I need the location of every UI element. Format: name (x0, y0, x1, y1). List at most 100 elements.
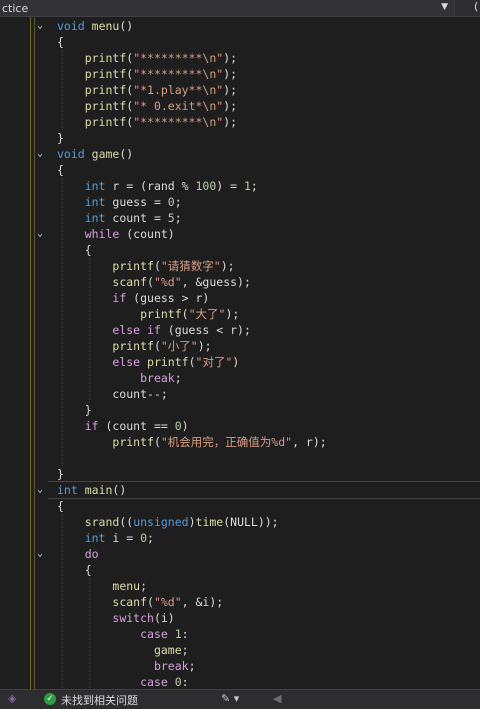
code-token: ; (181, 643, 189, 657)
code-token: ); (223, 99, 238, 113)
code-token: } (57, 131, 64, 145)
edit-icon[interactable]: ◈ (8, 692, 16, 705)
code-line[interactable]: void game() (57, 146, 133, 162)
code-line[interactable]: printf("机会用完，正确值为%d", r); (57, 434, 326, 450)
code-line[interactable]: int count = 5; (57, 210, 182, 226)
change-indicator-bar (34, 17, 35, 689)
fold-collapse-icon[interactable]: ⌄ (37, 18, 43, 34)
check-circle-icon[interactable]: ✓ (44, 693, 56, 705)
code-token: printf (84, 51, 127, 65)
code-token: "小了" (160, 339, 198, 353)
code-token: ; (174, 371, 182, 385)
fold-collapse-icon[interactable]: ⌄ (37, 226, 43, 242)
code-line[interactable]: printf("*********\n"); (57, 50, 237, 66)
code-token: int (84, 179, 106, 193)
code-token: ( (147, 275, 154, 289)
code-token: printf (84, 83, 127, 97)
code-token: ( (153, 339, 161, 353)
code-line[interactable]: break; (57, 370, 182, 386)
code-token: printf (147, 355, 189, 369)
code-line[interactable]: else printf("对了") (57, 354, 239, 370)
fold-collapse-icon[interactable]: ⌄ (37, 546, 43, 562)
code-line[interactable]: scanf("%d", &i); (57, 594, 223, 610)
code-line[interactable]: int i = 0; (57, 530, 154, 546)
code-line[interactable]: { (57, 34, 64, 50)
indent-guide (62, 178, 63, 466)
code-token: guess = (105, 195, 168, 209)
code-line[interactable]: { (57, 498, 64, 514)
code-token: 5 (167, 211, 175, 225)
indent-guide (89, 258, 90, 402)
code-token: () (119, 147, 134, 161)
code-line[interactable]: } (57, 466, 64, 482)
code-token: 1 (174, 627, 182, 641)
code-line[interactable]: printf("*********\n"); (57, 66, 237, 82)
code-token: game (153, 643, 182, 657)
code-line[interactable]: printf("*1.play**\n"); (57, 82, 237, 98)
code-line[interactable]: if (count == 0) (57, 418, 189, 434)
code-line[interactable]: case 0: (57, 674, 189, 689)
code-token: "对了" (195, 355, 233, 369)
code-line[interactable]: int r = (rand % 100) = 1; (57, 178, 258, 194)
code-line[interactable]: srand((unsigned)time(NULL)); (57, 514, 279, 530)
code-line[interactable]: printf("请猜数字"); (57, 258, 234, 274)
code-token: ( (147, 595, 154, 609)
code-token: scanf (112, 595, 148, 609)
arrow-left-icon[interactable]: ◀ (273, 692, 281, 705)
code-token: 100 (195, 179, 217, 193)
code-token: ( (188, 355, 196, 369)
code-token: printf (84, 115, 127, 129)
dropdown-arrow-icon[interactable]: ▼ (441, 2, 448, 12)
code-line[interactable]: while (count) (57, 226, 175, 242)
code-line[interactable]: switch(i) (57, 610, 174, 626)
code-token: ) (188, 515, 196, 529)
code-token: case (140, 675, 168, 689)
code-line[interactable]: { (57, 162, 64, 178)
status-bar: ◈ ✓ 未找到相关问题 ✎ ▾ ◀ (0, 689, 480, 709)
code-token: (guess > r) (126, 291, 210, 305)
code-token: ; (174, 211, 182, 225)
code-token: : (181, 627, 189, 641)
code-line[interactable]: int guess = 0; (57, 194, 182, 210)
brush-icon[interactable]: ✎ ▾ (221, 692, 239, 705)
code-line[interactable]: if (guess > r) (57, 290, 209, 306)
code-line[interactable]: printf("小了"); (57, 338, 212, 354)
fold-collapse-icon[interactable]: ⌄ (37, 482, 43, 498)
code-line[interactable]: case 1: (57, 626, 189, 642)
indent-guide (62, 514, 63, 689)
code-line[interactable]: printf("*********\n"); (57, 114, 237, 130)
code-token: ); (197, 339, 212, 353)
code-line[interactable]: else if (guess < r); (57, 322, 250, 338)
code-token: ); (223, 115, 238, 129)
code-token: ); (223, 51, 238, 65)
member-dropdown[interactable]: ( (455, 0, 480, 16)
code-line[interactable]: count--; (57, 386, 167, 402)
code-token: { (57, 499, 64, 513)
code-token: "请猜数字" (160, 259, 221, 273)
code-line[interactable]: game; (57, 642, 189, 658)
code-token: "%d" (153, 275, 182, 289)
code-line[interactable]: scanf("%d", &guess); (57, 274, 251, 290)
code-line[interactable]: break; (57, 658, 196, 674)
code-token: : (181, 675, 189, 689)
code-editor[interactable]: void menu() ⌄ { printf("*********\n"); pri… (0, 17, 480, 689)
code-line[interactable]: printf("大了"); (57, 306, 239, 322)
code-line[interactable]: void menu() (57, 18, 133, 34)
code-line[interactable]: } (57, 130, 64, 146)
code-token: ); (225, 307, 240, 321)
fold-collapse-icon[interactable]: ⌄ (37, 146, 43, 162)
code-token: else if (112, 323, 161, 337)
code-token: (count == (98, 419, 175, 433)
scope-dropdown[interactable]: ctice ▼ (0, 0, 455, 16)
code-token: { (57, 163, 64, 177)
code-line[interactable]: menu; (57, 578, 147, 594)
code-line[interactable]: do (57, 546, 99, 562)
code-token: } (57, 467, 64, 481)
code-line[interactable]: printf("* 0.exit*\n"); (57, 98, 237, 114)
issues-status-text[interactable]: 未找到相关问题 (61, 692, 138, 708)
